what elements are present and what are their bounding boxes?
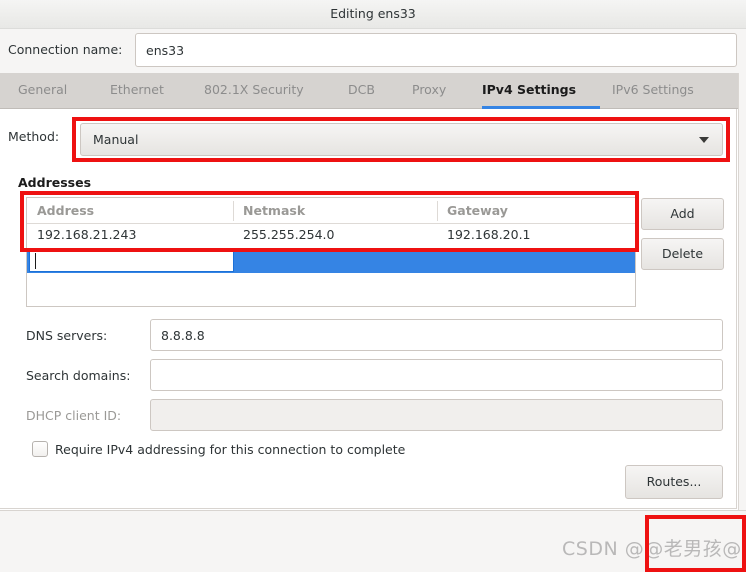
- column-divider: [437, 201, 438, 221]
- cell-netmask[interactable]: 255.255.254.0: [243, 227, 334, 242]
- add-address-button[interactable]: Add: [641, 198, 724, 230]
- dns-servers-input[interactable]: [150, 319, 723, 351]
- tab-general[interactable]: General: [18, 73, 100, 109]
- addresses-table-header: Address Netmask Gateway: [27, 198, 635, 224]
- editing-connection-dialog: Editing ens33 Connection name: General E…: [0, 0, 746, 572]
- cell-address-editor[interactable]: [29, 249, 234, 272]
- tab-dcb[interactable]: DCB: [348, 73, 394, 109]
- dialog-action-bar: Cancel Save: [0, 510, 746, 572]
- text-caret: [35, 253, 36, 269]
- addresses-section-label: Addresses: [18, 175, 92, 190]
- table-row-selected[interactable]: [27, 248, 635, 273]
- require-ipv4-checkbox[interactable]: [32, 441, 48, 457]
- tab-proxy[interactable]: Proxy: [412, 73, 468, 109]
- search-domains-input[interactable]: [150, 359, 723, 391]
- dhcp-client-id-label: DHCP client ID:: [26, 408, 122, 423]
- column-header-address[interactable]: Address: [37, 203, 237, 218]
- method-label: Method:: [8, 129, 60, 144]
- method-value: Manual: [93, 132, 139, 147]
- routes-button[interactable]: Routes...: [625, 465, 723, 499]
- tab-ipv6-settings[interactable]: IPv6 Settings: [612, 73, 726, 109]
- search-domains-label: Search domains:: [26, 368, 131, 383]
- require-ipv4-label: Require IPv4 addressing for this connect…: [55, 442, 406, 457]
- delete-address-button[interactable]: Delete: [641, 238, 724, 270]
- cell-gateway[interactable]: 192.168.20.1: [447, 227, 531, 242]
- connection-name-input[interactable]: [135, 33, 737, 67]
- tab-8021x-security[interactable]: 802.1X Security: [204, 73, 332, 109]
- dhcp-client-id-input: [150, 399, 723, 431]
- table-row[interactable]: 192.168.21.243 255.255.254.0 192.168.20.…: [27, 224, 635, 248]
- connection-name-row: Connection name:: [0, 29, 746, 73]
- column-header-netmask[interactable]: Netmask: [243, 203, 433, 218]
- chevron-down-icon: [699, 137, 709, 143]
- vertical-scrollbar[interactable]: [738, 73, 746, 510]
- connection-name-label: Connection name:: [8, 42, 123, 57]
- window-titlebar: Editing ens33: [0, 0, 746, 29]
- tab-ipv4-settings[interactable]: IPv4 Settings: [482, 73, 600, 109]
- column-divider: [233, 201, 234, 221]
- settings-tabstrip: General Ethernet 802.1X Security DCB Pro…: [0, 73, 746, 109]
- method-combobox[interactable]: Manual: [80, 123, 723, 156]
- tab-ethernet[interactable]: Ethernet: [110, 73, 196, 109]
- column-header-gateway[interactable]: Gateway: [447, 203, 627, 218]
- dns-servers-label: DNS servers:: [26, 328, 108, 343]
- addresses-table[interactable]: Address Netmask Gateway 192.168.21.243 2…: [26, 197, 636, 307]
- cell-address[interactable]: 192.168.21.243: [37, 227, 136, 242]
- window-title: Editing ens33: [330, 6, 416, 21]
